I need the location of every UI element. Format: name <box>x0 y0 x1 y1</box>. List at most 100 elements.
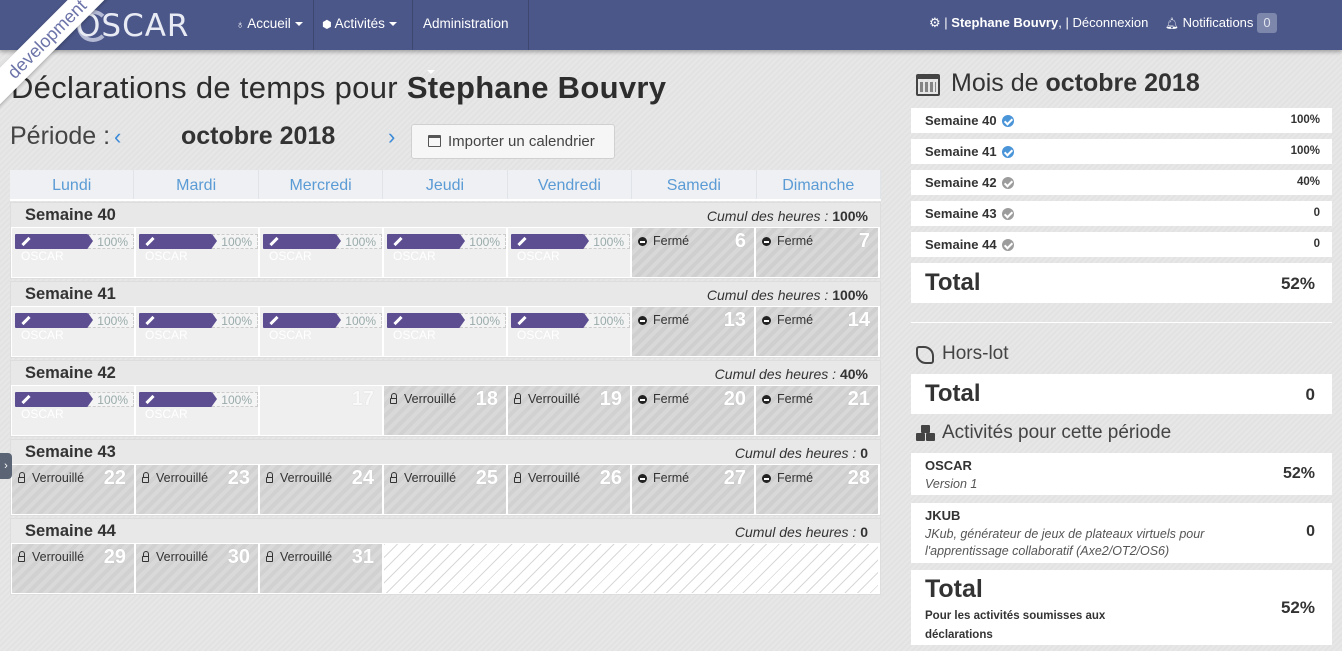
week-41: Semaine 41 Cumul des heures : 100% OSCAR… <box>10 281 881 358</box>
timesheet-chip[interactable]: OSCAR 100% <box>263 234 382 263</box>
week-summary-value: 0 <box>1313 207 1320 219</box>
timesheet-chip[interactable]: OSCAR 100% <box>139 392 258 421</box>
day-cell[interactable]: OSCAR 100% <box>12 307 135 356</box>
gear-icon[interactable]: ⚙ <box>929 15 941 30</box>
day-number: 26 <box>599 467 622 489</box>
nav-accueil[interactable]: ♁ Accueil <box>226 0 314 50</box>
day-number: 20 <box>723 388 746 410</box>
activity-row[interactable]: JKUB JKub, générateur de jeux de plateaux… <box>911 503 1332 563</box>
week-summary-row[interactable]: Semaine 40 100% <box>911 108 1332 133</box>
pencil-icon <box>517 237 527 247</box>
week-summary-value: 100% <box>1290 114 1320 126</box>
timesheet-chip[interactable]: OSCAR 100% <box>263 313 382 342</box>
timesheet-chip[interactable]: OSCAR 100% <box>387 234 506 263</box>
app-logo[interactable]: OSCAR <box>76 8 189 44</box>
check-circle-icon <box>1001 208 1014 220</box>
nav-administration[interactable]: Administration <box>413 0 529 75</box>
day-cell[interactable]: OSCAR 100% <box>136 228 259 277</box>
nav-activites[interactable]: ⬢ Activités <box>312 0 413 50</box>
week-cumul: Cumul des heures : 0 <box>735 445 868 461</box>
timesheet-chip[interactable]: OSCAR 100% <box>15 392 134 421</box>
day-cell[interactable]: OSCAR 100% <box>384 307 507 356</box>
day-cell[interactable]: OSCAR 100% <box>136 307 259 356</box>
day-number: 30 <box>227 546 250 568</box>
import-calendar-button[interactable]: Importer un calendrier <box>411 124 615 159</box>
day-cell-closed: Fermé 13 <box>632 307 755 356</box>
week-summary-label: Semaine 41 <box>925 144 997 159</box>
day-number: 17 <box>351 388 374 410</box>
week-42: Semaine 42 Cumul des heures : 40% OSCAR 1… <box>10 360 881 437</box>
total-label: Total <box>925 575 983 603</box>
day-cell[interactable]: OSCAR 100% <box>508 228 631 277</box>
period-label: Période : <box>10 122 111 150</box>
week-summary-row[interactable]: Semaine 41 100% <box>911 139 1332 164</box>
lock-icon <box>266 551 273 562</box>
day-number: 14 <box>847 309 870 331</box>
minus-circle-icon <box>762 237 771 246</box>
week-44: Semaine 44 Cumul des heures : 0 Verrouil… <box>10 518 881 595</box>
cubes-icon <box>916 425 936 442</box>
cumul-value: 100% <box>832 287 868 303</box>
lock-icon <box>18 472 25 483</box>
day-cell[interactable]: OSCAR 100% <box>12 386 135 435</box>
chip-name: OSCAR <box>393 328 436 342</box>
day-state: Verrouillé <box>280 550 333 564</box>
timesheet-chip[interactable]: OSCAR 100% <box>511 313 630 342</box>
pencil-icon <box>145 316 155 326</box>
day-cell-locked: Verrouillé 30 <box>136 544 259 593</box>
prev-month-button[interactable]: ‹ <box>114 124 121 150</box>
sidebar-toggle[interactable]: › <box>0 453 12 479</box>
day-state: Fermé <box>777 392 814 406</box>
minus-circle-icon <box>638 395 647 404</box>
check-circle-icon <box>1001 177 1014 189</box>
day-number: 13 <box>723 309 746 331</box>
day-cell[interactable]: OSCAR 100% <box>136 386 259 435</box>
next-month-button[interactable]: › <box>388 124 395 150</box>
week-header: Semaine 44 Cumul des heures : 0 <box>11 519 880 543</box>
timesheet-chip[interactable]: OSCAR 100% <box>139 313 258 342</box>
week-summary-row[interactable]: Semaine 42 40% <box>911 170 1332 195</box>
day-state: Fermé <box>653 313 690 327</box>
day-cell[interactable]: OSCAR 100% <box>384 228 507 277</box>
day-cell[interactable]: OSCAR 100% <box>260 228 383 277</box>
day-cell-locked: Verrouillé 31 <box>260 544 383 593</box>
week-title: Semaine 43 <box>25 443 116 461</box>
day-cell[interactable]: OSCAR 100% <box>12 228 135 277</box>
month-prefix: Mois de <box>951 69 1039 97</box>
minus-circle-icon <box>762 395 771 404</box>
day-cell[interactable]: OSCAR 100% <box>260 307 383 356</box>
timesheet-chip[interactable]: OSCAR 100% <box>387 313 506 342</box>
chip-name: OSCAR <box>517 328 560 342</box>
cumul-value: 0 <box>860 445 868 461</box>
week-summary-value: 100% <box>1290 145 1320 157</box>
separator: | <box>944 15 948 30</box>
week-summary-row[interactable]: Semaine 44 0 <box>911 232 1332 257</box>
day-cell[interactable]: OSCAR 100% <box>508 307 631 356</box>
logout-link[interactable]: Déconnexion <box>1072 15 1148 30</box>
timesheet-chip[interactable]: OSCAR 100% <box>15 313 134 342</box>
notifications-button[interactable]: 🔔︎ Notifications 0 <box>1165 0 1277 48</box>
day-cell-locked: Verrouillé 23 <box>136 465 259 514</box>
top-navbar: OSCAR ♁ Accueil ⬢ Activités Administrati… <box>0 0 1342 75</box>
chevron-down-icon <box>427 70 435 75</box>
day-header: Dimanche <box>757 170 881 199</box>
pencil-icon <box>393 316 403 326</box>
cumul-value: 100% <box>832 208 868 224</box>
timesheet-chip[interactable]: OSCAR 100% <box>511 234 630 263</box>
month-name: octobre 2018 <box>1045 69 1200 97</box>
day-number: 21 <box>847 388 870 410</box>
timesheet-chip[interactable]: OSCAR 100% <box>139 234 258 263</box>
separator: | <box>1065 15 1069 30</box>
timesheet-chip[interactable]: OSCAR 100% <box>15 234 134 263</box>
day-cell-closed: Fermé 21 <box>756 386 879 435</box>
week-summary-value: 40% <box>1296 176 1320 188</box>
activities-title: Activités pour cette période <box>942 422 1172 443</box>
cumul-value: 0 <box>860 524 868 540</box>
user-name[interactable]: Stephane Bouvry <box>951 15 1058 30</box>
day-cell[interactable]: 17 <box>260 386 383 435</box>
activity-row[interactable]: OSCAR Version 1 52% <box>911 453 1332 495</box>
week-summary-row[interactable]: Semaine 43 0 <box>911 201 1332 226</box>
day-state: Fermé <box>777 471 814 485</box>
week-header: Semaine 42 Cumul des heures : 40% <box>11 361 880 385</box>
day-header-row: Lundi Mardi Mercredi Jeudi Vendredi Same… <box>10 170 881 201</box>
